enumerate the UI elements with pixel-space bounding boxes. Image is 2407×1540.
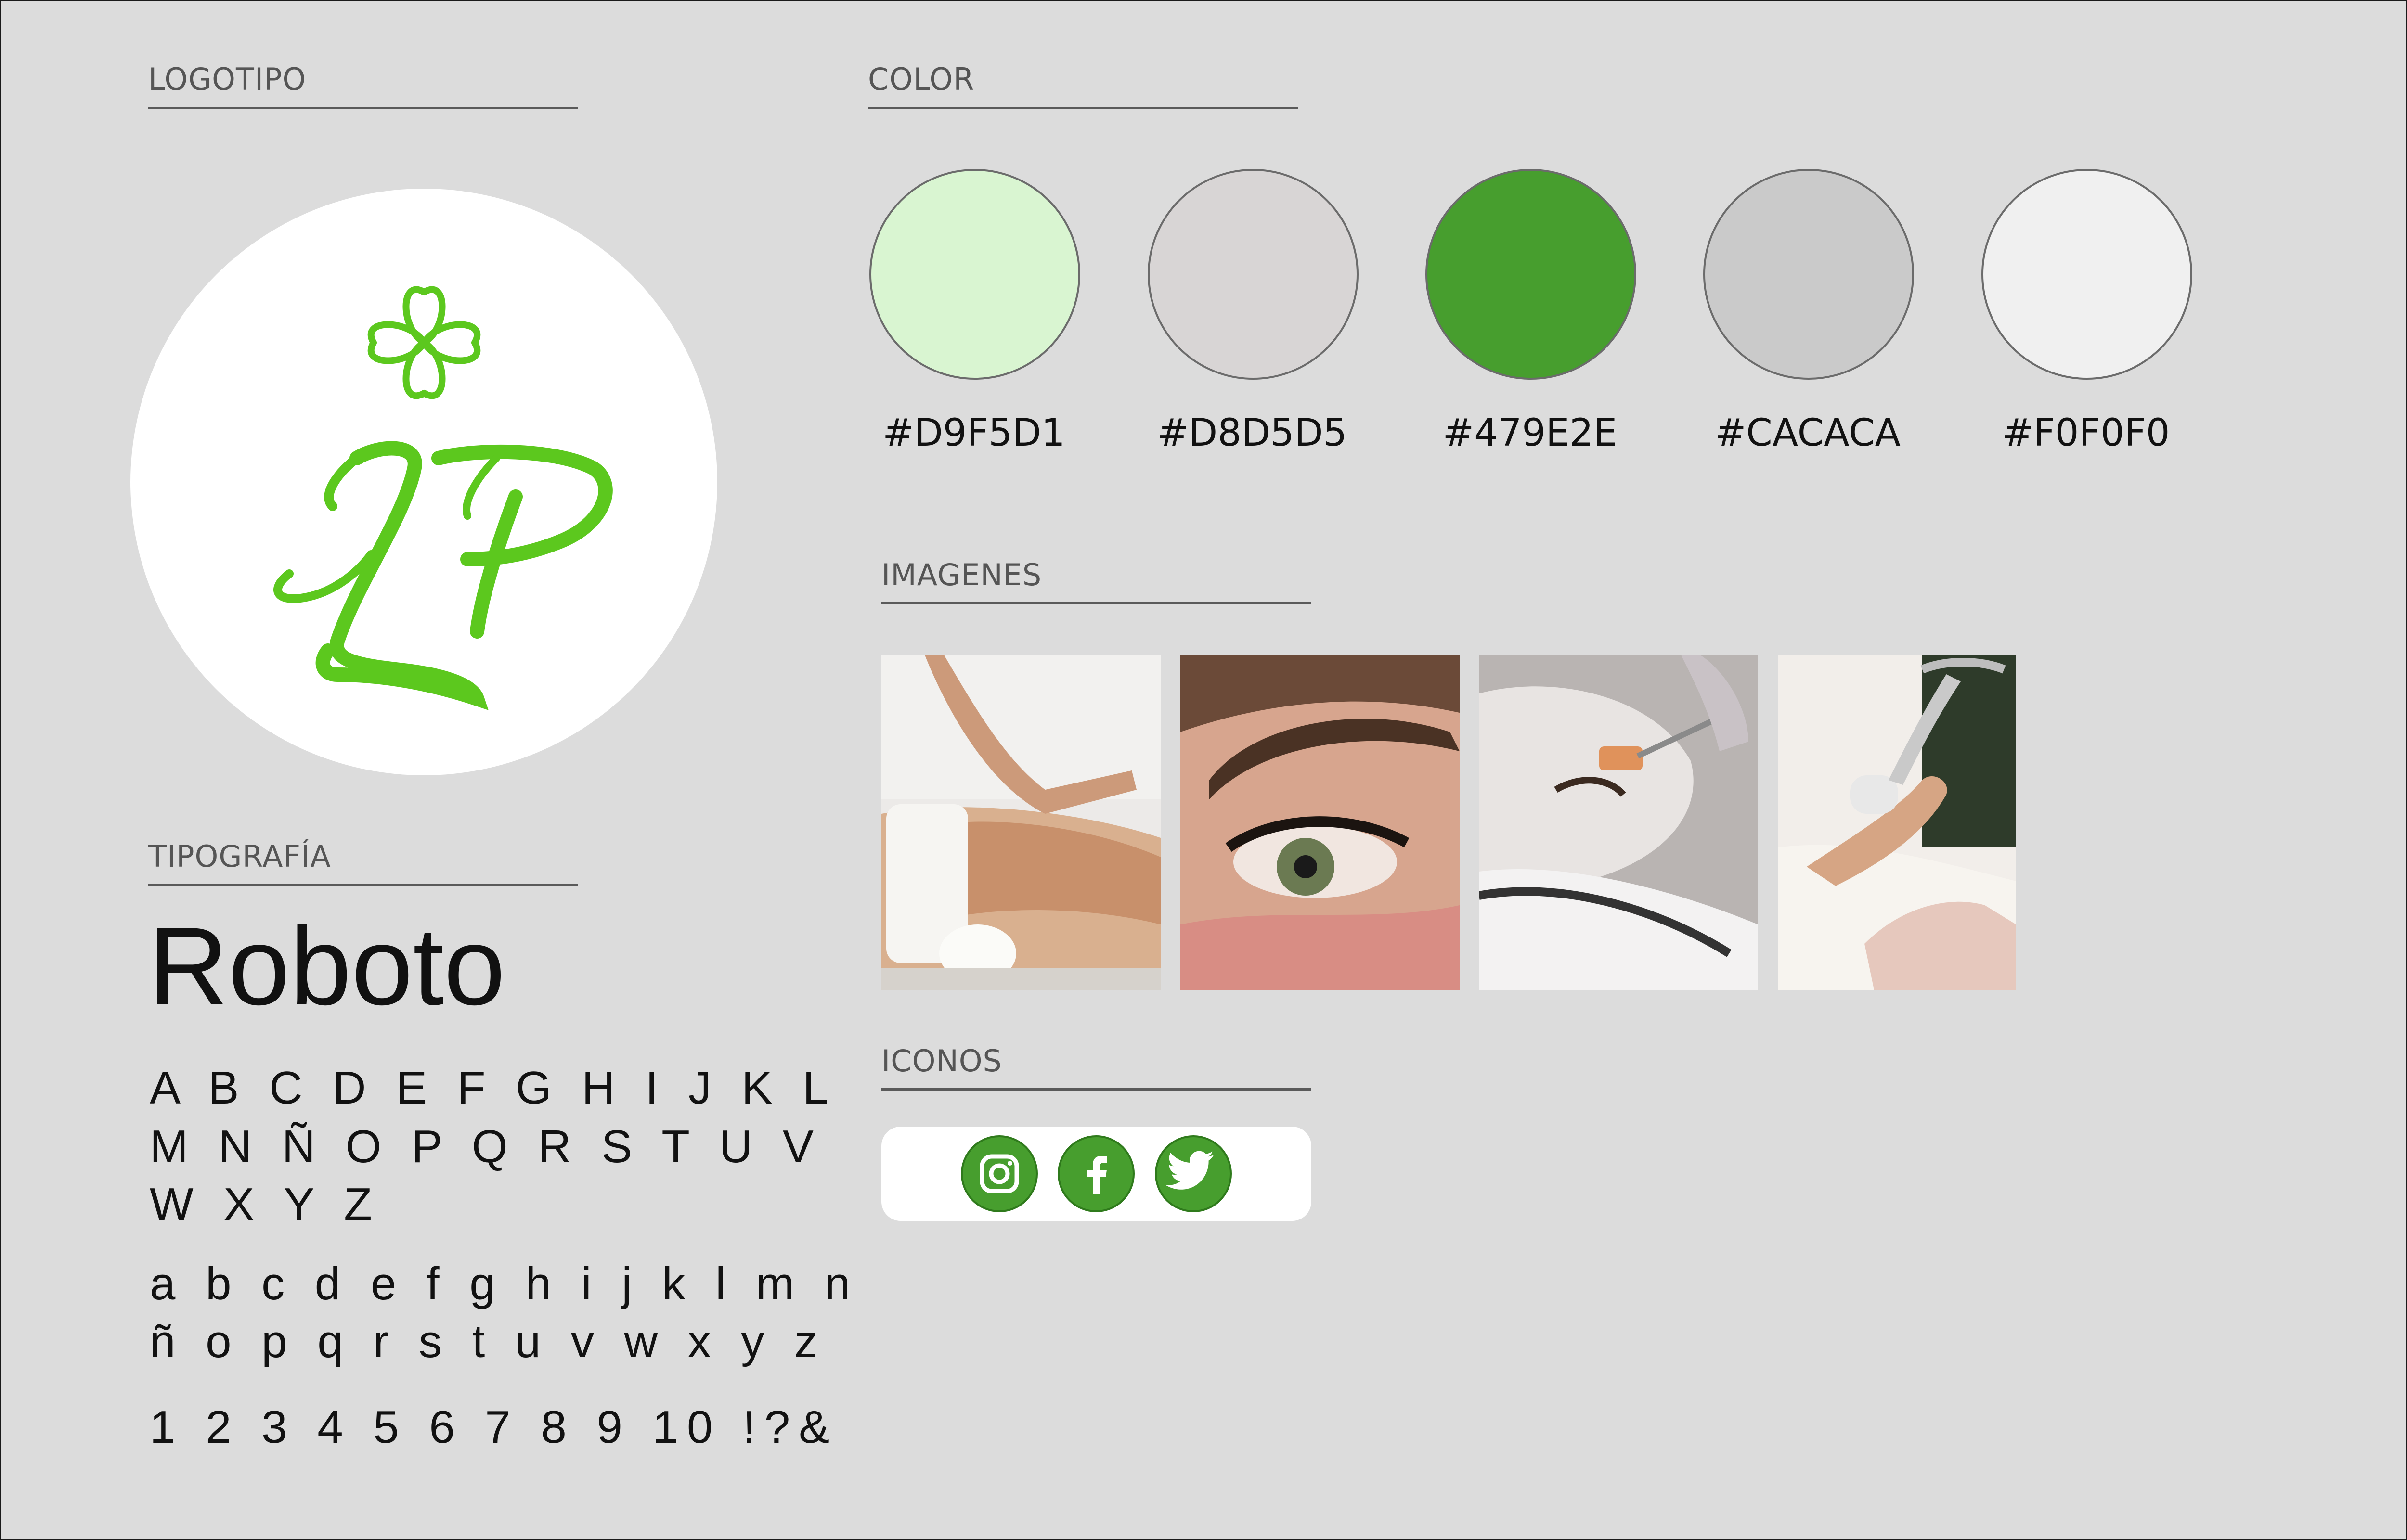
font-name: Roboto	[148, 904, 505, 1028]
uppercase-line: M N Ñ O P Q R S T U V	[150, 1121, 822, 1172]
color-swatch	[1425, 169, 1636, 380]
section-rule	[148, 884, 578, 886]
uppercase-line: W X Y Z	[150, 1179, 381, 1230]
section-title-color: COLOR	[868, 62, 975, 97]
section-title-typography: TIPOGRAFÍA	[148, 839, 331, 874]
lowercase-line: a b c d e f g h i j k l m n	[150, 1258, 859, 1309]
color-hex-label: #D9F5D1	[882, 411, 1065, 455]
section-rule	[881, 1088, 1311, 1091]
color-hex-label: #CACACA	[1714, 411, 1901, 455]
section-rule	[148, 107, 578, 109]
color-swatch	[1148, 169, 1359, 380]
numbers-line: 1 2 3 4 5 6 7 8 9 10 !?&	[150, 1401, 839, 1453]
section-title-images: IMAGENES	[881, 557, 1042, 592]
image-back-massage	[881, 655, 1161, 990]
color-hex-label: #F0F0F0	[2002, 411, 2170, 455]
color-swatch	[1703, 169, 1914, 380]
section-rule	[881, 602, 1311, 604]
logo	[130, 189, 717, 775]
color-swatch	[1981, 169, 2192, 380]
section-title-icons: ICONOS	[881, 1043, 1002, 1078]
image-leg-treatment	[1778, 655, 2016, 990]
twitter-icon[interactable]	[1155, 1135, 1232, 1212]
lp-clover-logo-icon	[273, 286, 613, 710]
brand-board: LOGOTIPO COLOR #D9F5D1 #D8D5D5 #479E2E #…	[0, 0, 2407, 1540]
image-facial-mask	[1479, 655, 1758, 990]
color-hex-label: #479E2E	[1442, 411, 1618, 455]
instagram-icon[interactable]	[961, 1135, 1038, 1212]
section-title-logo: LOGOTIPO	[148, 62, 307, 97]
uppercase-line: A B C D E F G H I J K L	[150, 1062, 837, 1114]
lowercase-line: ñ o p q r s t u v w x y z	[150, 1316, 826, 1367]
color-hex-label: #D8D5D5	[1157, 411, 1347, 455]
color-swatch	[869, 169, 1080, 380]
image-eyelashes	[1180, 655, 1460, 990]
facebook-icon[interactable]	[1058, 1135, 1135, 1212]
section-rule	[868, 107, 1298, 109]
